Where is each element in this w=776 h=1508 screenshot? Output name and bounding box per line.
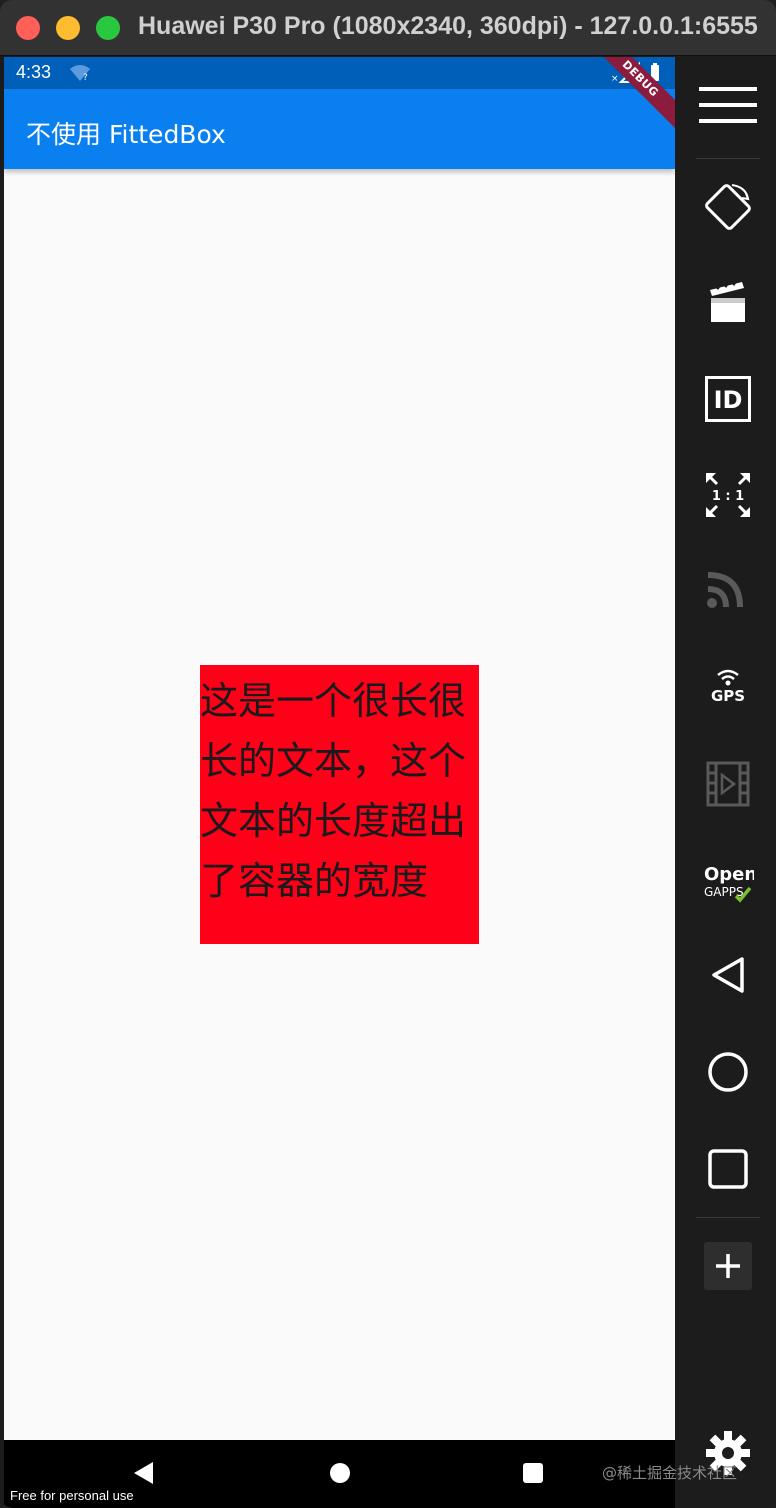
cast-icon bbox=[707, 572, 743, 608]
android-nav-bar: Free for personal use bbox=[4, 1440, 675, 1508]
opengapps-button[interactable]: Open GAPPS bbox=[680, 843, 776, 923]
watermark: @稀土掘金技术社区 bbox=[602, 1464, 738, 1482]
app-bar-title: 不使用 FittedBox bbox=[26, 120, 226, 149]
back-button[interactable] bbox=[680, 935, 776, 1015]
add-button[interactable] bbox=[680, 1226, 776, 1306]
device-id-icon: ID bbox=[705, 376, 751, 422]
menu-button[interactable] bbox=[680, 65, 776, 145]
title-bar[interactable]: Huawei P30 Pro (1080x2340, 360dpi) - 127… bbox=[0, 0, 776, 56]
screen-record-button[interactable] bbox=[680, 262, 776, 342]
nav-home-icon[interactable] bbox=[330, 1463, 350, 1483]
menu-icon bbox=[699, 87, 757, 123]
home-button[interactable] bbox=[680, 1032, 776, 1112]
gps-icon: GPS bbox=[711, 669, 745, 705]
add-icon bbox=[704, 1242, 752, 1290]
nav-back-icon[interactable] bbox=[134, 1462, 153, 1484]
back-icon bbox=[712, 957, 744, 993]
pixel-perfect-button[interactable]: 1 : 1 bbox=[680, 455, 776, 535]
screen-record-icon bbox=[710, 280, 745, 322]
toolbar-divider bbox=[696, 1217, 760, 1218]
emulator-toolbar: ID 1 : 1 GPS Open GAPPS bbox=[680, 57, 776, 1508]
emulator-window: Huawei P30 Pro (1080x2340, 360dpi) - 127… bbox=[0, 0, 776, 1508]
svg-text:×: × bbox=[611, 74, 619, 84]
toolbar-divider bbox=[696, 158, 760, 159]
recents-button[interactable] bbox=[680, 1129, 776, 1209]
svg-text:ID: ID bbox=[714, 386, 743, 414]
gps-button[interactable]: GPS bbox=[680, 645, 776, 725]
red-container: 这是一个很长很长的文本，这个文本的长度超出了容器的宽度 bbox=[200, 665, 479, 944]
device-screen[interactable]: 4:33 ? × 不使用 FittedBox DEBUG 这是一个很长很长的文本… bbox=[4, 57, 675, 1508]
media-button[interactable] bbox=[680, 744, 776, 824]
media-icon bbox=[706, 761, 750, 807]
recents-icon bbox=[708, 1149, 748, 1189]
free-for-personal-use-label: Free for personal use bbox=[10, 1488, 134, 1503]
status-bar: 4:33 ? × bbox=[4, 57, 675, 89]
opengapps-icon: Open GAPPS bbox=[704, 864, 754, 903]
cast-button[interactable] bbox=[680, 547, 776, 627]
app-bar: 不使用 FittedBox bbox=[4, 89, 675, 169]
rotate-icon bbox=[705, 184, 751, 230]
home-icon bbox=[708, 1052, 748, 1092]
rotate-button[interactable] bbox=[680, 167, 776, 247]
overflow-text: 这是一个很长很长的文本，这个文本的长度超出了容器的宽度 bbox=[200, 679, 467, 903]
svg-text:1 : 1: 1 : 1 bbox=[712, 489, 744, 504]
wifi-icon: ? bbox=[70, 65, 90, 83]
svg-text:Open: Open bbox=[704, 864, 754, 885]
svg-text:?: ? bbox=[83, 73, 88, 83]
status-time: 4:33 bbox=[16, 62, 52, 82]
nav-recents-icon[interactable] bbox=[523, 1463, 543, 1483]
close-window-button[interactable] bbox=[16, 16, 40, 40]
device-id-button[interactable]: ID bbox=[680, 359, 776, 439]
window-title: Huawei P30 Pro (1080x2340, 360dpi) - 127… bbox=[138, 12, 758, 40]
pixel-perfect-icon: 1 : 1 bbox=[706, 473, 750, 517]
minimize-window-button[interactable] bbox=[56, 16, 80, 40]
maximize-window-button[interactable] bbox=[96, 16, 120, 40]
svg-text:GPS: GPS bbox=[711, 687, 745, 705]
